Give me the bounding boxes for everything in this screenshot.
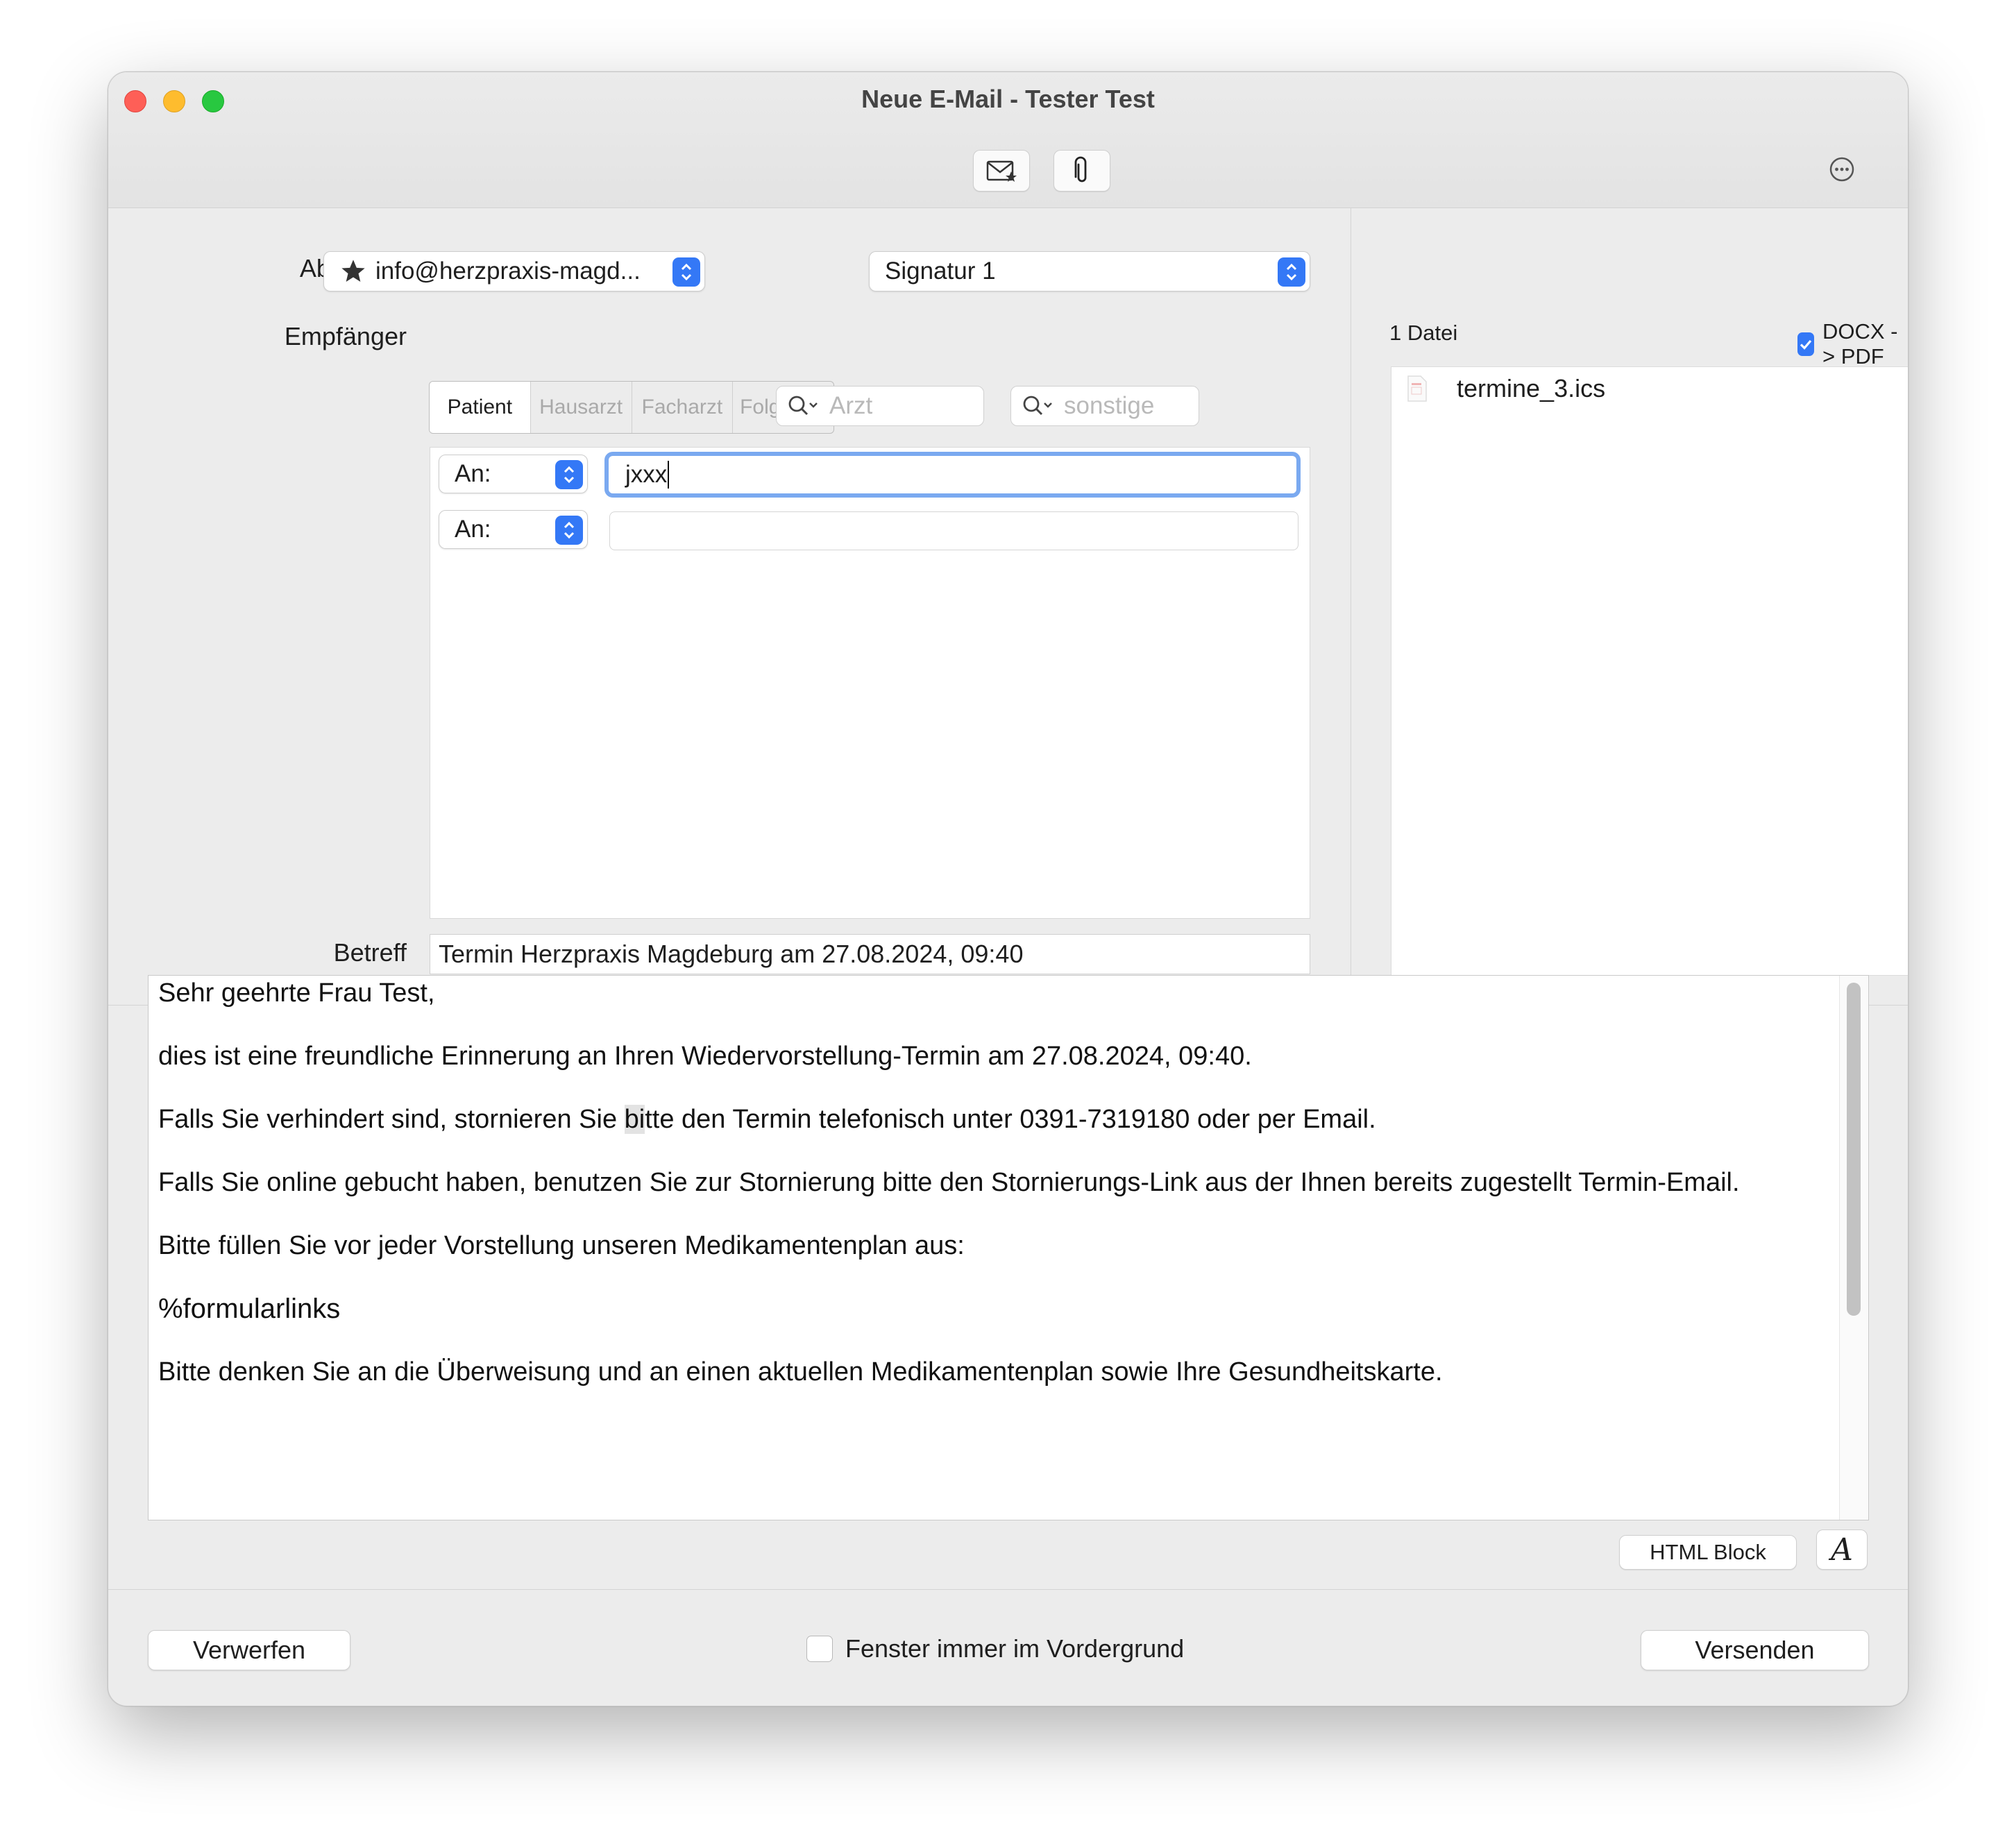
message-body-editor[interactable]: Sehr geehrte Frau Test, dies ist eine fr… bbox=[148, 975, 1869, 1520]
search-doctor-placeholder: Arzt bbox=[829, 392, 873, 419]
recipient-type-stepper-1 bbox=[555, 460, 583, 489]
search-other-input[interactable]: sonstige bbox=[1010, 386, 1199, 426]
recipient-address-1: jxxx bbox=[625, 461, 668, 488]
search-doctor-input[interactable]: Arzt bbox=[776, 386, 984, 426]
more-options-icon bbox=[1829, 157, 1854, 182]
chevron-updown-icon bbox=[564, 521, 575, 539]
template-mail-button[interactable] bbox=[973, 150, 1030, 192]
sender-popup[interactable]: info@herzpraxis-magd... bbox=[323, 251, 705, 291]
body-paragraph: Falls Sie online gebucht haben, benutzen… bbox=[158, 1168, 1740, 1197]
body-text-segment: tte den Termin telefonisch unter 0391-73… bbox=[645, 1105, 1376, 1134]
message-body-text[interactable]: Sehr geehrte Frau Test, dies ist eine fr… bbox=[158, 976, 1827, 1418]
recipient-address-input-1[interactable]: jxxx bbox=[604, 452, 1301, 498]
scrollbar-thumb[interactable] bbox=[1847, 983, 1861, 1316]
discard-button[interactable]: Verwerfen bbox=[148, 1630, 350, 1670]
signature-value: Signatur 1 bbox=[885, 257, 996, 285]
html-block-button[interactable]: HTML Block bbox=[1619, 1535, 1797, 1570]
body-paragraph: Sehr geehrte Frau Test, bbox=[158, 978, 435, 1008]
subject-input[interactable]: Termin Herzpraxis Magdeburg am 27.08.202… bbox=[430, 934, 1310, 974]
recipient-type-2: An: bbox=[455, 516, 491, 543]
tab-facharzt[interactable]: Facharzt bbox=[632, 382, 734, 433]
search-icon bbox=[788, 396, 818, 416]
attachment-filename: termine_3.ics bbox=[1457, 374, 1606, 402]
sender-popup-stepper bbox=[672, 257, 700, 287]
footer-divider bbox=[108, 1589, 1908, 1590]
selected-text: bi bbox=[624, 1105, 645, 1134]
font-icon: A bbox=[1831, 1532, 1853, 1568]
checkbox-checked[interactable] bbox=[1797, 332, 1814, 356]
tab-patient[interactable]: Patient bbox=[430, 382, 531, 433]
recipient-type-stepper-2 bbox=[555, 516, 583, 545]
docx-to-pdf-label: DOCX -> PDF bbox=[1822, 319, 1898, 368]
more-options-button[interactable] bbox=[1828, 155, 1856, 183]
recipient-type-1: An: bbox=[455, 460, 491, 487]
recipient-type-segmented-control: Patient Hausarzt Facharzt Folgearzt bbox=[429, 381, 834, 434]
vertical-scrollbar[interactable] bbox=[1839, 976, 1868, 1520]
checkmark-icon bbox=[1800, 339, 1812, 350]
recipient-type-popup-1[interactable]: An: bbox=[439, 455, 588, 493]
recipient-address-input-2[interactable] bbox=[609, 511, 1298, 550]
subject-label: Betreff bbox=[333, 938, 407, 967]
search-other-placeholder: sonstige bbox=[1064, 392, 1155, 419]
body-text-segment: Falls Sie verhindert sind, stornieren Si… bbox=[158, 1105, 625, 1134]
attachment-item[interactable]: termine_3.ics bbox=[1405, 374, 1605, 403]
signature-popup-stepper bbox=[1278, 257, 1305, 287]
body-paragraph: Bitte füllen Sie vor jeder Vorstellung u… bbox=[158, 1231, 965, 1260]
envelope-star-icon bbox=[986, 160, 1017, 182]
signature-popup[interactable]: Signatur 1 bbox=[869, 251, 1310, 291]
body-paragraph: Falls Sie verhindert sind, stornieren Si… bbox=[158, 1102, 1827, 1165]
chevron-updown-icon bbox=[1286, 263, 1297, 281]
attach-file-button[interactable] bbox=[1053, 150, 1110, 192]
calendar-file-icon bbox=[1407, 375, 1427, 402]
window-title: Neue E-Mail - Tester Test bbox=[861, 85, 1155, 113]
tab-hausarzt[interactable]: Hausarzt bbox=[531, 382, 632, 433]
always-in-front-checkbox[interactable]: Fenster immer im Vordergrund bbox=[806, 1634, 1184, 1663]
html-block-label: HTML Block bbox=[1650, 1540, 1766, 1564]
recipient-label: Empfänger bbox=[284, 322, 407, 350]
discard-label: Verwerfen bbox=[192, 1636, 306, 1664]
body-paragraph: dies ist eine freundliche Erinnerung an … bbox=[158, 1042, 1252, 1071]
recipient-type-popup-2[interactable]: An: bbox=[439, 510, 588, 549]
chevron-updown-icon bbox=[564, 466, 575, 484]
recipients-panel: An: jxxx An: bbox=[430, 447, 1310, 919]
attachment-count: 1 Datei bbox=[1389, 321, 1458, 345]
docx-to-pdf-checkbox[interactable]: DOCX -> PDF bbox=[1797, 319, 1908, 369]
paperclip-icon bbox=[1074, 156, 1087, 183]
body-paragraph: %formularlinks bbox=[158, 1294, 341, 1324]
star-icon bbox=[341, 260, 365, 282]
sender-value: info@herzpraxis-magd... bbox=[375, 257, 641, 285]
always-in-front-label: Fenster immer im Vordergrund bbox=[845, 1634, 1185, 1663]
send-label: Versenden bbox=[1695, 1636, 1815, 1664]
font-panel-button[interactable]: A bbox=[1816, 1529, 1868, 1570]
attachment-list: termine_3.ics bbox=[1391, 366, 1908, 976]
chevron-updown-icon bbox=[681, 263, 692, 281]
send-button[interactable]: Versenden bbox=[1641, 1630, 1869, 1670]
title-toolbar: Neue E-Mail - Tester Test bbox=[108, 72, 1908, 208]
search-icon bbox=[1023, 396, 1052, 416]
checkbox-unchecked[interactable] bbox=[806, 1636, 833, 1662]
subject-value: Termin Herzpraxis Magdeburg am 27.08.202… bbox=[439, 940, 1024, 968]
body-paragraph: Bitte denken Sie an die Überweisung und … bbox=[158, 1357, 1443, 1387]
compose-window: Neue E-Mail - Tester Test Absender bbox=[108, 71, 1909, 1706]
text-caret bbox=[668, 461, 670, 489]
